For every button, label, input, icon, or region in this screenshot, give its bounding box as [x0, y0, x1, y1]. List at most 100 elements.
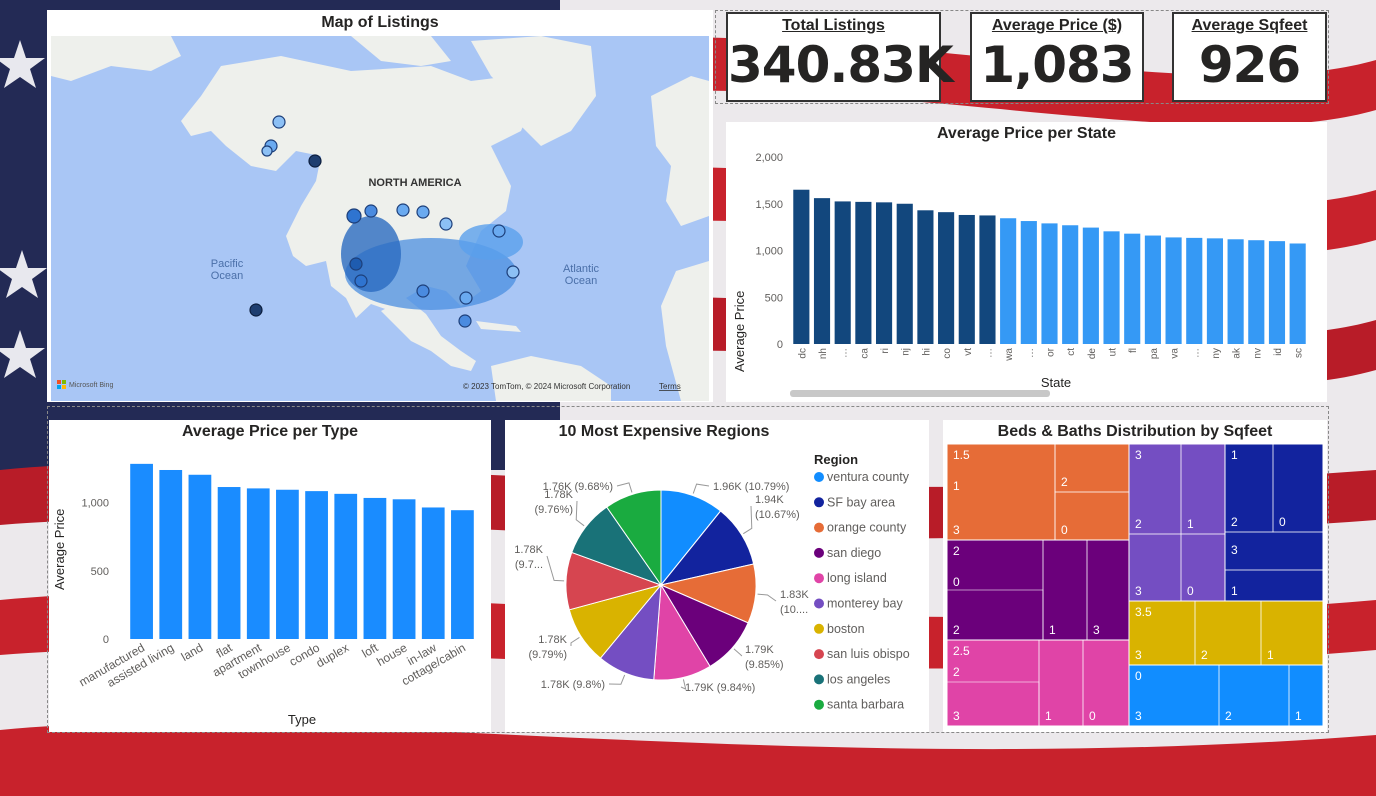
legend-item-label[interactable]: san diego: [827, 546, 881, 560]
type-xtick-label: house: [374, 640, 410, 669]
pie-leader-line: [692, 483, 710, 494]
state-bar[interactable]: [875, 202, 893, 344]
legend-item-label[interactable]: orange county: [827, 521, 907, 535]
legend-dot: [814, 598, 824, 609]
state-xtick-label: ri: [880, 348, 891, 354]
state-chart-panel: Average Price per State Average Price St…: [726, 122, 1327, 402]
state-bar[interactable]: [1206, 238, 1224, 344]
state-bar[interactable]: [813, 198, 831, 344]
state-bar[interactable]: [1041, 223, 1058, 344]
treemap-group[interactable]: [1224, 443, 1324, 602]
state-chart-xlabel: State: [1041, 375, 1071, 390]
pie-data-label: (9.85%): [745, 659, 784, 671]
state-bar[interactable]: [834, 201, 851, 344]
legend-item-label[interactable]: santa barbara: [827, 698, 904, 712]
treemap-group[interactable]: [1128, 443, 1226, 602]
state-bar[interactable]: [917, 210, 934, 344]
type-bar[interactable]: [246, 488, 270, 639]
treemap-cell-label: 1: [1267, 648, 1274, 662]
legend-item-label[interactable]: boston: [827, 622, 865, 636]
state-bar[interactable]: [1289, 243, 1306, 344]
state-xtick-label: ut: [1108, 348, 1119, 357]
type-bar[interactable]: [421, 507, 445, 639]
state-chart-scrollbar[interactable]: [790, 390, 1050, 397]
map-terms-link[interactable]: Terms: [659, 382, 681, 391]
treemap-group[interactable]: [1128, 600, 1324, 666]
treemap-group-label: 3.5: [1135, 605, 1152, 619]
state-bar[interactable]: [1000, 218, 1017, 344]
type-bar[interactable]: [451, 510, 474, 639]
treemap-cell-label: 2: [1201, 648, 1208, 662]
treemap-cell-label: 1: [1049, 623, 1056, 637]
state-xtick-label: ca: [859, 348, 870, 359]
treemap-cell-label: 2: [953, 665, 960, 679]
map-attribution: © 2023 TomTom, © 2024 Microsoft Corporat…: [463, 382, 630, 391]
state-ytick-label: 0: [777, 339, 783, 351]
state-bar[interactable]: [1165, 237, 1182, 344]
legend-dot: [814, 699, 824, 710]
type-bar[interactable]: [159, 469, 183, 639]
state-bar[interactable]: [1268, 241, 1286, 344]
state-bar[interactable]: [1124, 233, 1141, 344]
treemap-group-label: 3: [1135, 448, 1142, 462]
type-bar[interactable]: [130, 463, 153, 639]
type-ytick-label: 500: [91, 566, 109, 578]
state-xtick-label: ct: [1066, 348, 1077, 356]
legend-dot: [814, 623, 824, 634]
type-bar[interactable]: [217, 487, 241, 639]
treemap-group-label: 0: [1135, 669, 1142, 683]
treemap-cell-label: 3: [953, 523, 960, 537]
legend-item-label[interactable]: long island: [827, 571, 887, 585]
treemap-cell-label: 3: [1093, 623, 1100, 637]
kpi-average-price: Average Price ($) 1,083: [970, 12, 1144, 102]
state-bar[interactable]: [1248, 240, 1265, 344]
treemap-group[interactable]: [946, 639, 1130, 727]
state-bar[interactable]: [1062, 225, 1079, 344]
type-bar[interactable]: [305, 491, 328, 639]
state-bar[interactable]: [958, 214, 975, 344]
state-bar[interactable]: [1227, 239, 1244, 344]
state-bar[interactable]: [793, 189, 810, 344]
state-bar[interactable]: [1103, 231, 1120, 344]
pie-leader-line: [733, 648, 743, 657]
state-xtick-label: sc: [1294, 348, 1305, 358]
state-xtick-label: dc: [797, 348, 808, 359]
type-bar[interactable]: [188, 474, 212, 639]
pie-leader-line: [743, 505, 753, 535]
state-bar[interactable]: [979, 215, 996, 344]
map-visual[interactable]: NORTH AMERICA Pacific Ocean Atlantic Oce…: [51, 36, 709, 401]
treemap-chart[interactable]: 1.5 1 3 2 0 2 0 2 1 3 2.5 2 3 1 0 3 2 1 3 0 1 2 0 3 1 3.5 3 2 1 0 3 2 1: [943, 420, 1327, 732]
state-bar[interactable]: [1020, 221, 1037, 344]
type-bar[interactable]: [276, 489, 299, 639]
type-bar[interactable]: [392, 499, 416, 639]
pie-data-label: 1.83K: [780, 589, 809, 601]
state-bar[interactable]: [896, 203, 913, 344]
state-bar[interactable]: [855, 201, 872, 344]
treemap-cell-label: 1: [1231, 584, 1238, 598]
treemap-cell-label: 3: [1231, 543, 1238, 557]
pie-chart[interactable]: Region 1.96K (10.79%)1.94K (10.67%) 1.83K (…: [505, 420, 929, 732]
pie-data-label: (9.7...: [515, 559, 543, 571]
treemap-cell-label: 1: [1045, 709, 1052, 723]
kpi-average-sqfeet-value: 926: [1198, 36, 1301, 94]
state-bar[interactable]: [1082, 227, 1099, 344]
pie-data-label: (9.76%): [534, 504, 573, 516]
map-label-atlantic-2: Ocean: [565, 275, 597, 287]
legend-item-label[interactable]: los angeles: [827, 672, 890, 686]
kpi-average-sqfeet-label: Average Sqfeet: [1191, 17, 1308, 34]
legend-dot: [814, 649, 824, 660]
type-bar-chart[interactable]: Average Price Type 05001,000manufactured…: [49, 420, 491, 732]
pie-data-label: 1.76K (9.68%): [543, 481, 613, 493]
legend-item-label[interactable]: monterey bay: [827, 597, 903, 611]
type-bar[interactable]: [363, 497, 387, 639]
state-bar[interactable]: [1144, 235, 1161, 344]
legend-item-label[interactable]: ventura county: [827, 470, 910, 484]
state-bar[interactable]: [938, 212, 955, 344]
state-bar-chart[interactable]: Average Price State 0 500 1,000 1,500 2,000 d…: [726, 122, 1327, 402]
pie-data-label: (10.67%): [755, 509, 800, 521]
state-bar[interactable]: [1186, 237, 1203, 344]
type-bar[interactable]: [334, 493, 358, 639]
legend-item-label[interactable]: san luis obispo: [827, 647, 910, 661]
map-label-pacific-2: Ocean: [211, 270, 243, 282]
legend-item-label[interactable]: SF bay area: [827, 495, 895, 509]
